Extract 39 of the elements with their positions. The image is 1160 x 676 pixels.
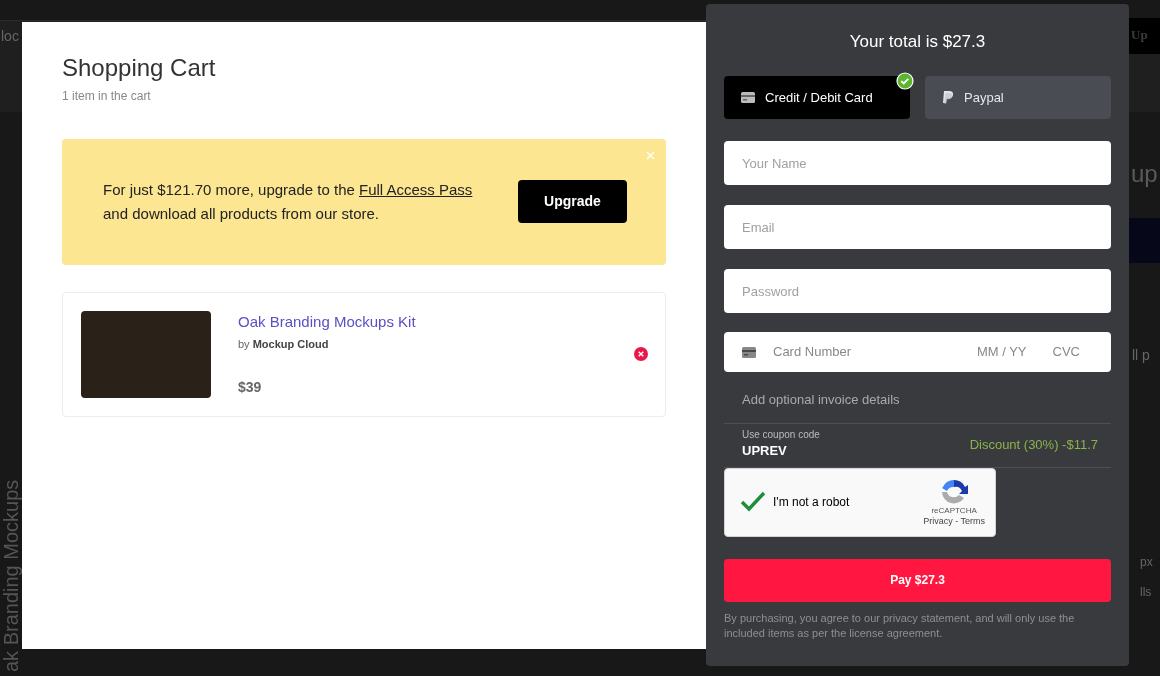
cart-title: Shopping Cart [62,52,217,83]
full-access-pass-link[interactable]: Full Access Pass [359,180,473,198]
upsell-text: For just $121.70 more, upgrade to the Full Access Pass and download all products from our store. [103,179,473,224]
product-price: $39 [238,377,263,397]
discount-text: Discount (30%) -$11.7 [969,436,1098,455]
background-button-text: Up [1131,26,1148,44]
credit-card-icon [741,92,755,103]
background-text: lls [1140,584,1152,601]
remove-icon[interactable] [634,347,648,361]
coupon-label: Use coupon code [742,429,820,442]
expiry-placeholder: MM / YY [976,343,1027,362]
recaptcha-brand: reCAPTCHA [931,506,977,516]
text-field[interactable]: Email [724,205,1111,249]
cart-subtitle: 1 item in the cart [62,87,152,105]
pay-button[interactable]: Pay $27.3 [724,558,1111,602]
credit-card-icon [742,346,756,358]
recaptcha-links[interactable]: Privacy - Terms [923,516,985,526]
vertical-title-text: ak Branding Mockups [0,479,22,672]
recaptcha-logo-icon [940,478,969,506]
background-band [1129,218,1160,263]
legal-text: By purchasing, you agree to our privacy statement, and will only use the included items as per the license agreement. [724,610,1076,641]
background-text: loc [1,27,19,46]
invoice-details-link[interactable]: Add optional invoice details [724,390,1111,424]
total-title: Your total is $27.3 [848,31,987,53]
product-author: by Mockup Cloud [238,337,330,352]
upgrade-button[interactable]: Upgrade [518,180,627,223]
coupon-code: UPREV [742,442,788,461]
text-field[interactable]: Password [724,269,1111,313]
card-field[interactable]: Card Number MM / YY CVC [724,332,1111,372]
product-title[interactable]: Oak Branding Mockups Kit [238,310,634,333]
cvc-placeholder: CVC [1052,343,1080,362]
text-field[interactable]: Your Name [724,141,1111,185]
payment-method-tab[interactable]: Paypal [925,76,1111,119]
captcha-label: I'm not a robot [773,494,851,511]
background-heading-text: up [1131,160,1158,188]
card-number-placeholder: Card Number [773,343,853,362]
background-text: ll p [1132,346,1150,365]
checkmark-icon [896,72,914,90]
background-text: px [1140,554,1153,571]
